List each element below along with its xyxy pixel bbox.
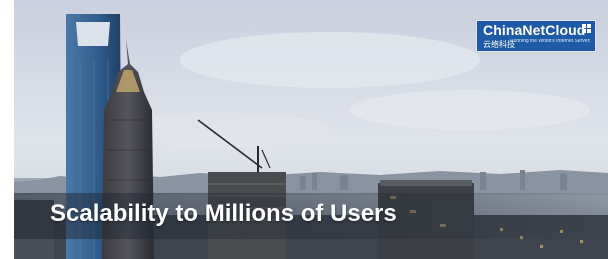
chinanetcloud-logo[interactable]: ChinaNetCloud 云络科技 Running the World's I… [476,20,596,52]
logo-mark-icon [582,24,591,33]
logo-name: ChinaNetCloud [483,22,586,38]
banner-headline: Scalability to Millions of Users [50,200,397,227]
logo-subtitle-en: Running the World's Internet Servers [510,39,590,44]
hero-banner: ChinaNetCloud 云络科技 Running the World's I… [0,0,608,259]
